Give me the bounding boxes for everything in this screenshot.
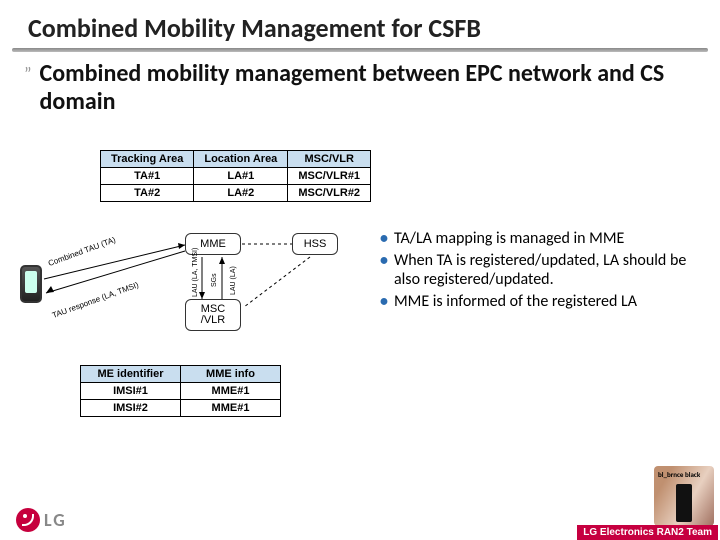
note-text: MME is informed of the registered LA bbox=[394, 293, 637, 311]
lg-face-icon bbox=[16, 508, 40, 532]
bullet-dot-icon: • bbox=[380, 252, 388, 289]
title-divider bbox=[12, 48, 708, 52]
bullet-icon: ” bbox=[24, 60, 32, 88]
me-r0c0: IMSI#1 bbox=[81, 383, 181, 400]
note-item: • When TA is registered/updated, LA shou… bbox=[380, 252, 700, 289]
map-r0c2: MSC/VLR#1 bbox=[288, 168, 371, 185]
footer-team-label: LG Electronics RAN2 Team bbox=[577, 525, 718, 540]
map-r0c1: LA#1 bbox=[194, 168, 288, 185]
main-bullet-row: ” Combined mobility management between E… bbox=[0, 60, 720, 121]
phone-caption: bl_brnce black bbox=[658, 470, 700, 479]
msc-vlr-node: MSC /VLR bbox=[185, 299, 241, 331]
note-text: TA/LA mapping is managed in MME bbox=[394, 230, 624, 248]
map-th-0: Tracking Area bbox=[101, 151, 194, 168]
main-bullet-text: Combined mobility management between EPC… bbox=[40, 60, 696, 115]
slide-title: Combined Mobility Management for CSFB bbox=[0, 0, 720, 48]
map-th-1: Location Area bbox=[194, 151, 288, 168]
note-text: When TA is registered/updated, LA should… bbox=[394, 252, 700, 289]
label-combined-tau: Combined TAU (TA) bbox=[47, 235, 117, 268]
map-r0c0: TA#1 bbox=[101, 168, 194, 185]
content-area: Tracking Area Location Area MSC/VLR TA#1… bbox=[0, 150, 720, 540]
me-r1c1: MME#1 bbox=[181, 400, 281, 417]
phone-icon bbox=[676, 484, 692, 522]
lg-logo: LG bbox=[16, 508, 67, 532]
label-lau-la: LAU (LA) bbox=[230, 266, 237, 295]
label-tau-response: TAU response (LA, TMSI) bbox=[51, 280, 140, 320]
me-th-0: ME identifier bbox=[81, 366, 181, 383]
network-diagram: MME MSC /VLR HSS Combined TAU (TA) TAU r… bbox=[20, 225, 350, 355]
map-r1c0: TA#2 bbox=[101, 185, 194, 202]
label-sgs: SGs bbox=[211, 273, 218, 287]
hss-node: HSS bbox=[292, 233, 338, 255]
map-th-2: MSC/VLR bbox=[288, 151, 371, 168]
notes-list: • TA/LA mapping is managed in MME • When… bbox=[380, 230, 700, 316]
me-r1c0: IMSI#2 bbox=[81, 400, 181, 417]
map-r1c1: LA#2 bbox=[194, 185, 288, 202]
bullet-dot-icon: • bbox=[380, 230, 388, 248]
me-identifier-table: ME identifier MME info IMSI#1 MME#1 IMSI… bbox=[80, 365, 281, 417]
me-th-1: MME info bbox=[181, 366, 281, 383]
lg-logo-text: LG bbox=[44, 509, 67, 531]
bullet-dot-icon: • bbox=[380, 293, 388, 311]
ue-icon bbox=[20, 265, 42, 303]
phone-promo-image: bl_brnce black bbox=[654, 466, 714, 526]
map-r1c2: MSC/VLR#2 bbox=[288, 185, 371, 202]
note-item: • MME is informed of the registered LA bbox=[380, 293, 700, 311]
mapping-table: Tracking Area Location Area MSC/VLR TA#1… bbox=[100, 150, 371, 202]
note-item: • TA/LA mapping is managed in MME bbox=[380, 230, 700, 248]
label-lau-la-tmsi: LAU (LA, TMSI) bbox=[192, 248, 199, 297]
me-r0c1: MME#1 bbox=[181, 383, 281, 400]
